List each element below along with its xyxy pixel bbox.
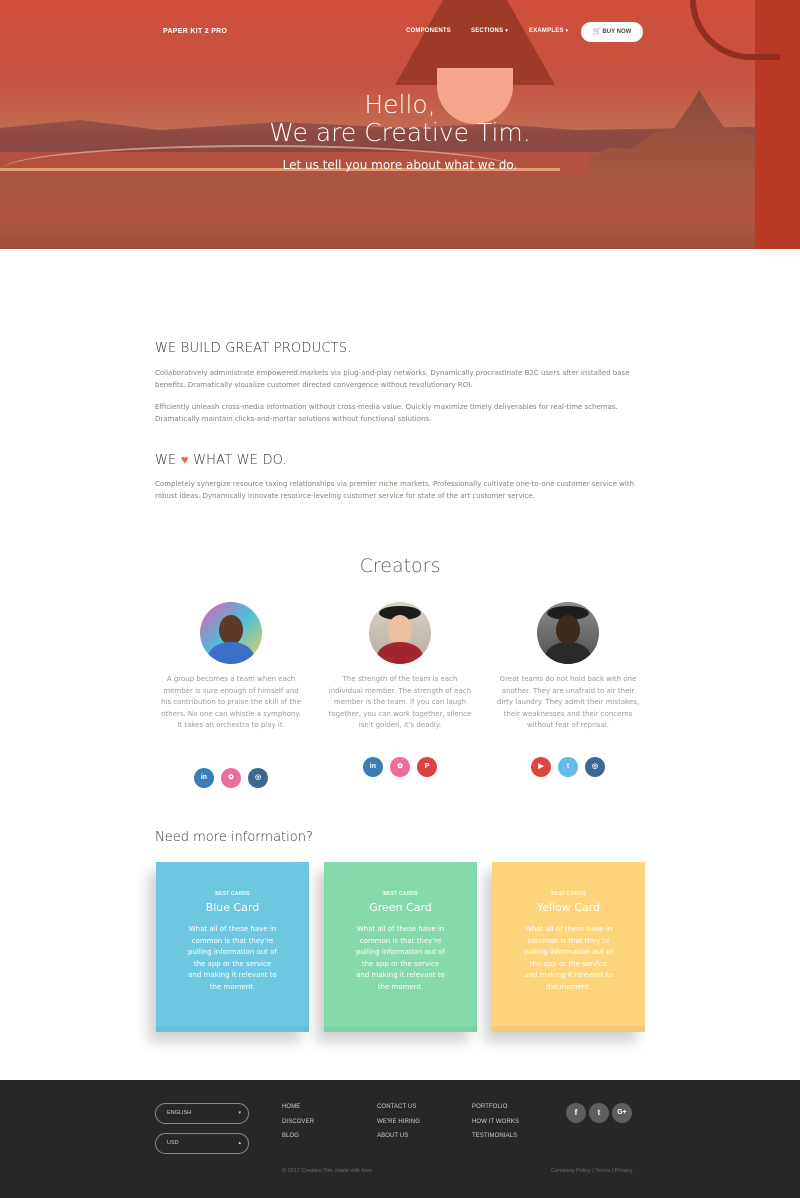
card-description: What all of these have in common is that… bbox=[524, 925, 613, 991]
hero-title-line1: Hello, bbox=[364, 90, 436, 119]
about-paragraph-2: Efficiently unleash cross-media informat… bbox=[155, 403, 618, 423]
avatar bbox=[537, 602, 599, 664]
creators-title: Creators bbox=[359, 555, 441, 577]
twitter-icon[interactable]: t bbox=[558, 757, 578, 777]
card-description: What all of these have in common is that… bbox=[356, 925, 445, 991]
card-title: Yellow Card bbox=[536, 901, 601, 914]
what-we-do-title: WE ♥ WHAT WE DO. bbox=[155, 453, 287, 468]
linkedin-icon[interactable]: in bbox=[362, 757, 383, 777]
card-description: What all of these have in common is that… bbox=[188, 925, 277, 991]
need-info-title: Need more information? bbox=[155, 830, 313, 845]
card-category: BEST CARDS bbox=[383, 891, 418, 897]
creator-socials: in ✿ P bbox=[325, 753, 475, 777]
footer-link-home[interactable]: HOME bbox=[282, 1104, 300, 1110]
green-card[interactable]: BEST CARDS Green Card What all of these … bbox=[324, 862, 477, 1032]
creator-quote: The strength of the team is each individ… bbox=[328, 675, 472, 729]
nav-sections[interactable]: SECTIONS ▾ bbox=[471, 28, 508, 34]
buy-now-button[interactable]: 🛒BUY NOW bbox=[581, 22, 643, 42]
instagram-icon[interactable]: ◎ bbox=[248, 768, 269, 788]
creator-quote: Great teams do not hold back with one an… bbox=[496, 675, 640, 729]
instagram-icon[interactable]: ◎ bbox=[585, 757, 606, 777]
footer-link-how-it-works[interactable]: HOW IT WORKS bbox=[472, 1119, 519, 1125]
dribbble-icon[interactable]: ✿ bbox=[221, 768, 241, 788]
hero-title-line2: We are Creative Tim. bbox=[269, 118, 531, 147]
currency-select[interactable]: USD ▴ bbox=[155, 1133, 249, 1154]
legal-links[interactable]: Company Policy | Terms | Privacy bbox=[551, 1168, 633, 1174]
creator-card: The strength of the team is each individ… bbox=[325, 602, 475, 732]
dribbble-icon[interactable]: ✿ bbox=[390, 757, 410, 777]
footer-link-testimonials[interactable]: TESTIMONIALS bbox=[472, 1133, 517, 1139]
twitter-icon[interactable]: t bbox=[589, 1103, 609, 1123]
creator-socials: ▶ t ◎ bbox=[493, 753, 643, 777]
avatar-face bbox=[388, 615, 412, 645]
avatar bbox=[369, 602, 431, 664]
about-title: WE BUILD GREAT PRODUCTS. bbox=[155, 341, 352, 356]
about-paragraph-1: Collaboratively administrate empowered m… bbox=[155, 369, 630, 389]
avatar-face bbox=[556, 615, 580, 645]
card-category: BEST CARDS bbox=[551, 891, 586, 897]
footer-link-portfolio[interactable]: PORTFOLIO bbox=[472, 1104, 507, 1110]
hero-header: PAPER KIT 2 PRO COMPONENTS SECTIONS ▾ EXA… bbox=[0, 0, 800, 249]
heart-icon: ♥ bbox=[180, 453, 189, 468]
footer-link-blog[interactable]: BLOG bbox=[282, 1133, 299, 1139]
yellow-card[interactable]: BEST CARDS Yellow Card What all of these… bbox=[492, 862, 645, 1032]
google-plus-icon[interactable]: G+ bbox=[612, 1103, 632, 1123]
about-paragraph-3: Completely synergize resource taxing rel… bbox=[155, 480, 635, 500]
caret-down-icon: ▾ bbox=[565, 28, 569, 34]
card-category: BEST CARDS bbox=[215, 891, 250, 897]
hero-subtitle: Let us tell you more about what we do. bbox=[282, 158, 518, 172]
footer-link-hiring[interactable]: WE'RE HIRING bbox=[377, 1119, 420, 1125]
nav-examples[interactable]: EXAMPLES ▾ bbox=[529, 28, 568, 34]
nav-components[interactable]: COMPONENTS bbox=[406, 28, 451, 34]
footer-link-contact[interactable]: CONTACT US bbox=[377, 1104, 416, 1110]
avatar-face bbox=[219, 615, 243, 645]
footer bbox=[0, 1080, 800, 1198]
language-select[interactable]: ENGLISH ▾ bbox=[155, 1103, 249, 1124]
creator-quote: A group becomes a team when each member … bbox=[161, 675, 301, 729]
creator-card: Great teams do not hold back with one an… bbox=[493, 602, 643, 732]
caret-down-icon: ▾ bbox=[238, 1110, 241, 1116]
cart-icon: 🛒 bbox=[592, 28, 602, 35]
pinterest-icon[interactable]: P bbox=[417, 757, 438, 777]
avatar-body bbox=[208, 642, 254, 664]
youtube-icon[interactable]: ▶ bbox=[530, 757, 551, 777]
facebook-icon[interactable]: f bbox=[566, 1103, 586, 1123]
footer-link-about[interactable]: ABOUT US bbox=[377, 1133, 408, 1139]
hero-river bbox=[0, 175, 800, 249]
copyright-text: © 2017 Creative Tim, made with love bbox=[282, 1168, 372, 1174]
linkedin-icon[interactable]: in bbox=[193, 768, 214, 788]
card-title: Green Card bbox=[369, 901, 432, 914]
avatar-body bbox=[545, 642, 591, 664]
brand-logo[interactable]: PAPER KIT 2 PRO bbox=[163, 28, 227, 35]
creator-card: A group becomes a team when each member … bbox=[156, 602, 306, 732]
blue-card[interactable]: BEST CARDS Blue Card What all of these h… bbox=[156, 862, 309, 1032]
avatar bbox=[200, 602, 262, 664]
card-title: Blue Card bbox=[205, 901, 260, 914]
caret-up-icon: ▴ bbox=[238, 1140, 241, 1146]
avatar-body bbox=[377, 642, 423, 664]
footer-link-discover[interactable]: DISCOVER bbox=[282, 1119, 314, 1125]
caret-down-icon: ▾ bbox=[505, 28, 508, 34]
navbar: PAPER KIT 2 PRO COMPONENTS SECTIONS ▾ EXA… bbox=[163, 22, 643, 42]
creator-socials: in ✿ ◎ bbox=[156, 764, 306, 788]
